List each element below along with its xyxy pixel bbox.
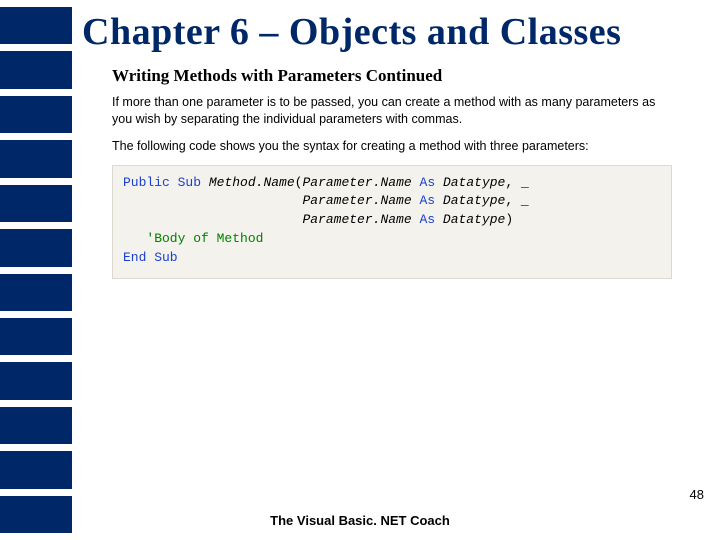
kw-as-2: As (419, 193, 435, 208)
paragraph-1: If more than one parameter is to be pass… (112, 94, 672, 128)
content-area: Chapter 6 – Objects and Classes Writing … (82, 10, 700, 510)
code-cont-2: , _ (505, 193, 528, 208)
kw-end-sub: End Sub (123, 250, 178, 265)
code-cont-1: , _ (505, 175, 528, 190)
code-type-2: Datatype (443, 193, 505, 208)
kw-public: Public (123, 175, 170, 190)
kw-as-1: As (420, 175, 436, 190)
code-method-name: Method.Name (209, 175, 295, 190)
paragraph-2: The following code shows you the syntax … (112, 138, 672, 155)
footer: The Visual Basic. NET Coach (0, 513, 720, 528)
sidebar (0, 0, 72, 540)
code-paren-close: ) (505, 212, 513, 227)
code-type-3: Datatype (443, 212, 505, 227)
code-param-2: Parameter.Name (302, 193, 411, 208)
kw-sub: Sub (178, 175, 201, 190)
code-comment: 'Body of Method (146, 231, 263, 246)
code-block: Public Sub Method.Name(Parameter.Name As… (112, 165, 672, 279)
kw-as-3: As (419, 212, 435, 227)
code-param-3: Parameter.Name (302, 212, 411, 227)
code-type-1: Datatype (443, 175, 505, 190)
page-number: 48 (690, 487, 704, 502)
chapter-title: Chapter 6 – Objects and Classes (82, 10, 700, 54)
slide: Chapter 6 – Objects and Classes Writing … (0, 0, 720, 540)
subheading: Writing Methods with Parameters Continue… (112, 66, 700, 86)
code-param-1: Parameter.Name (302, 175, 411, 190)
